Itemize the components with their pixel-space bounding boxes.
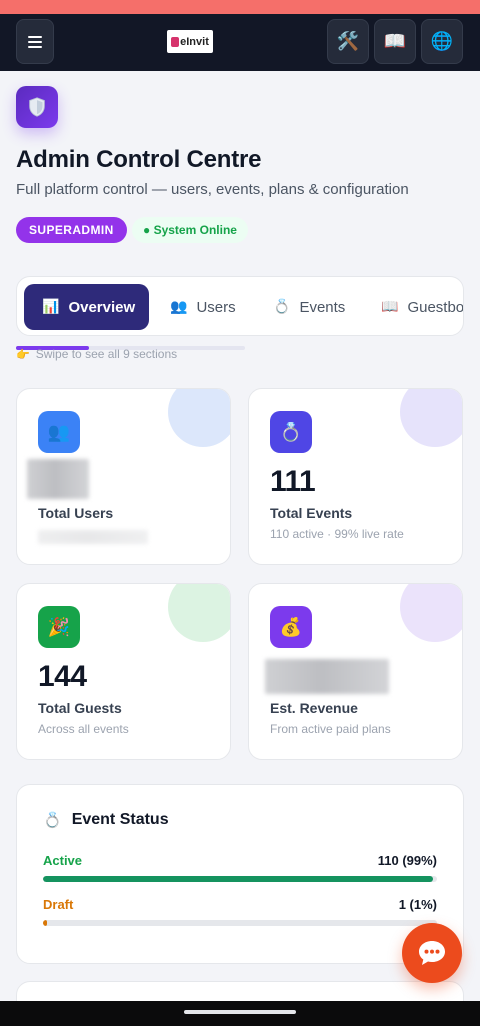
stat-value: 144 <box>38 660 87 693</box>
home-indicator[interactable] <box>184 1010 296 1014</box>
status-value-draft: 1 (1%) <box>398 897 437 912</box>
top-app-bar: eInvit 🛠️ 📖 🌐 <box>0 14 480 71</box>
stat-sub: 110 active · 99% live rate <box>270 527 404 541</box>
tab-label: Guestbook <box>407 298 464 316</box>
system-status-badge: ● System Online <box>132 217 248 243</box>
stat-card-total-users[interactable]: 👥 Total Users <box>16 388 231 565</box>
ring-icon: 💍 <box>273 299 291 315</box>
progress-fill-active <box>43 876 434 882</box>
stat-sub: Across all events <box>38 722 129 736</box>
pointing-hand-icon: 👉 <box>16 347 30 361</box>
status-label-active: Active <box>43 853 83 868</box>
app-logo[interactable]: eInvit <box>167 30 213 53</box>
progress-track-active <box>43 876 437 882</box>
chat-button[interactable] <box>402 923 462 983</box>
stat-value: 111 <box>270 465 316 498</box>
users-icon: 👥 <box>47 421 71 443</box>
users-icon: 👥 <box>170 299 188 315</box>
blurred-value <box>265 659 389 694</box>
users-icon-tile: 👥 <box>38 411 80 453</box>
system-navigation-bar <box>0 1001 480 1026</box>
tab-label: Events <box>299 298 346 316</box>
tab-events[interactable]: 💍 Events <box>273 284 345 330</box>
stat-label: Est. Revenue <box>270 700 358 716</box>
stat-sub: From active paid plans <box>270 722 391 736</box>
tab-overview[interactable]: 📊 Overview <box>24 284 149 330</box>
tools-button[interactable]: 🛠️ <box>327 19 369 64</box>
tab-label: Overview <box>68 298 136 316</box>
shield-icon <box>29 97 45 117</box>
blurred-value <box>27 459 89 499</box>
decorative-circle <box>400 584 462 642</box>
stat-label: Total Guests <box>38 700 122 716</box>
language-button[interactable]: 🌐 <box>421 19 463 64</box>
globe-icon: 🌐 <box>430 31 454 52</box>
event-status-title: 💍 Event Status <box>43 811 169 829</box>
party-icon-tile: 🎉 <box>38 606 80 648</box>
decorative-circle <box>168 389 230 447</box>
page-title: Admin Control Centre <box>16 146 262 173</box>
section-heading: Event Status <box>71 811 169 828</box>
status-label-draft: Draft <box>43 897 74 912</box>
status-bar <box>0 0 480 14</box>
swipe-hint-text: Swipe to see all 9 sections <box>35 347 178 361</box>
ring-icon-tile: 💍 <box>270 411 312 453</box>
party-popper-icon: 🎉 <box>47 616 71 638</box>
logo-mark-icon <box>171 36 180 47</box>
chart-icon: 📊 <box>42 299 60 315</box>
stat-label: Total Users <box>38 505 114 521</box>
tab-users[interactable]: 👥 Users <box>170 284 236 330</box>
hamburger-icon <box>28 35 42 48</box>
progress-fill-draft <box>43 920 47 926</box>
stat-label: Total Events <box>270 505 353 521</box>
ring-icon: 💍 <box>43 811 62 829</box>
stat-card-est-revenue[interactable]: 💰 Est. Revenue From active paid plans <box>248 583 463 760</box>
tab-label: Users <box>196 298 236 316</box>
event-status-card: 💍 Event Status Active 110 (99%) Draft 1 … <box>16 784 464 964</box>
money-bag-icon: 💰 <box>279 616 303 638</box>
section-tabs: 📊 Overview 👥 Users 💍 Events 📖 Guestbook <box>16 276 464 336</box>
stat-card-total-events[interactable]: 💍 111 Total Events 110 active · 99% live… <box>248 388 463 565</box>
decorative-circle <box>400 389 462 447</box>
money-bag-icon-tile: 💰 <box>270 606 312 648</box>
book-icon: 📖 <box>383 31 407 52</box>
tab-guestbook[interactable]: 📖 Guestbook <box>381 284 464 330</box>
stat-card-total-guests[interactable]: 🎉 144 Total Guests Across all events <box>16 583 231 760</box>
menu-button[interactable] <box>16 19 54 64</box>
decorative-circle <box>168 584 230 642</box>
swipe-hint: 👉 Swipe to see all 9 sections <box>16 347 177 361</box>
logo-text: eInvit <box>180 35 209 48</box>
chat-bubble-icon <box>419 941 445 965</box>
status-value-active: 110 (99%) <box>377 853 437 868</box>
tools-icon: 🛠️ <box>336 31 360 52</box>
role-badge: SUPERADMIN <box>16 217 127 243</box>
guide-button[interactable]: 📖 <box>374 19 416 64</box>
admin-shield-tile <box>16 86 58 128</box>
progress-track-draft <box>43 920 437 926</box>
book-icon: 📖 <box>381 299 399 315</box>
blurred-subtext <box>38 530 148 544</box>
page-subtitle: Full platform control — users, events, p… <box>16 181 409 198</box>
ring-icon: 💍 <box>279 421 303 443</box>
